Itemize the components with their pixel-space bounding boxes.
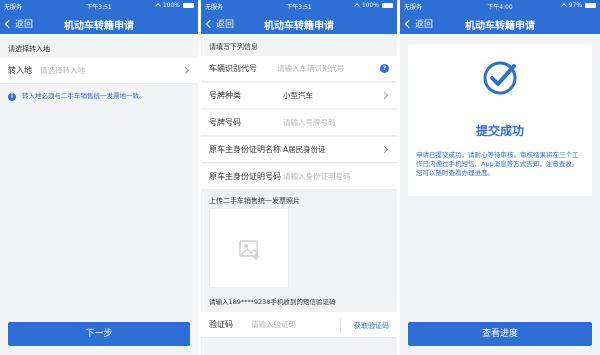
- battery-icon: [382, 3, 393, 8]
- vin-input[interactable]: 请输入车辆识别代号: [277, 63, 345, 74]
- info-text: 转入地必须与二手车销售统一发票地一致。: [22, 92, 146, 100]
- owner-id-number-label: 原车主身份证明号码: [209, 172, 281, 181]
- location-icon: [560, 2, 567, 9]
- destination-label: 转入地: [8, 66, 32, 75]
- divider: [340, 318, 341, 332]
- battery-fill: [184, 4, 193, 7]
- upload-label: 上传二手车销售统一发票照片: [209, 197, 300, 205]
- status-bar: 无服务 下午3:51 100%: [0, 0, 198, 12]
- page-title: 机动车转籍申请: [465, 21, 535, 32]
- page-title: 机动车转籍申请: [264, 21, 334, 32]
- success-check-icon: [483, 61, 517, 95]
- next-button[interactable]: 下一步: [8, 322, 190, 346]
- battery-percent: 100%: [162, 2, 180, 9]
- owner-id-type-label: 原车主身份证明名称: [209, 145, 281, 154]
- destination-select[interactable]: 转入地 请选择转入地: [0, 58, 198, 84]
- plate-type-label: 号牌种类: [209, 91, 241, 100]
- vin-label: 车辆识别代号: [209, 64, 257, 73]
- nav-bar: 返回 机动车转籍申请: [400, 12, 600, 34]
- battery-icon: [183, 3, 194, 8]
- plate-type-value: 小型汽车: [283, 91, 313, 100]
- chevron-right-icon: [380, 145, 389, 154]
- screen-submit-success: 无服务 下午4:00 97% 返回 机动车转籍申请 提交成功 申请已提交成功，请…: [400, 0, 600, 355]
- owner-id-number-input[interactable]: 请输入身份证明号码: [283, 171, 351, 182]
- plate-number-input[interactable]: 请输入号牌号码: [283, 117, 336, 128]
- screen-select-destination: 无服务 下午3:51 100% 返回 机动车转籍申请 请选择转入地 转入地 请选…: [0, 0, 198, 355]
- page-title: 机动车转籍申请: [64, 21, 134, 32]
- vin-field[interactable]: 车辆识别代号 请输入车辆识别代号 ?: [201, 56, 397, 82]
- plate-number-field[interactable]: 号牌号码 请输入号牌号码: [201, 110, 397, 136]
- screen-fill-info: 无服务 下午3:51 100% 返回 机动车转籍申请 请填写下列信息 车辆识别代…: [201, 0, 397, 355]
- verify-code-field[interactable]: 验证码 请输入验证码 获取验证码: [201, 312, 397, 338]
- verify-code-label: 验证码: [209, 320, 233, 329]
- result-description: 申请已提交成功，请耐心等待审核。审核结果将在三个工作日内通过手机短信、App消息…: [416, 151, 579, 177]
- result-card: 提交成功 申请已提交成功，请耐心等待审核。审核结果将在三个工作日内通过手机短信、…: [408, 44, 592, 196]
- owner-id-number-field[interactable]: 原车主身份证明号码 请输入身份证明号码: [201, 164, 397, 190]
- chevron-right-icon: [181, 66, 190, 75]
- location-icon: [354, 2, 360, 9]
- sms-hint: 请输入189****9238手机收到的短信验证码: [209, 298, 336, 306]
- section-label: 请选择转入地: [8, 45, 50, 53]
- battery-fill: [586, 4, 595, 7]
- photo-upload[interactable]: [209, 208, 289, 288]
- battery-percent: 100%: [361, 2, 379, 9]
- add-image-icon: [239, 240, 259, 260]
- status-bar: 无服务 下午3:51 100%: [201, 0, 397, 12]
- get-code-button[interactable]: 获取验证码: [354, 321, 389, 331]
- owner-id-type-value: A居民身份证: [283, 145, 326, 154]
- destination-placeholder: 请选择转入地: [40, 66, 85, 75]
- plate-type-select[interactable]: 号牌种类 小型汽车: [201, 83, 397, 109]
- result-title: 提交成功: [475, 124, 524, 138]
- plate-number-label: 号牌号码: [209, 118, 241, 127]
- chevron-right-icon: [380, 91, 389, 100]
- nav-bar: 返回 机动车转籍申请: [0, 12, 198, 34]
- section-label: 请填写下列信息: [209, 43, 258, 51]
- info-icon: i: [8, 93, 16, 101]
- battery-fill: [383, 4, 392, 7]
- owner-id-type-select[interactable]: 原车主身份证明名称 A居民身份证: [201, 137, 397, 163]
- nav-bar: 返回 机动车转籍申请: [201, 12, 397, 34]
- verify-code-input[interactable]: 请输入验证码: [251, 319, 296, 330]
- battery-percent: 97%: [568, 2, 582, 9]
- help-icon[interactable]: ?: [380, 64, 389, 73]
- location-icon: [155, 2, 161, 9]
- info-notice: i 转入地必须与二手车销售统一发票地一致。: [8, 92, 192, 101]
- view-progress-button[interactable]: 查看进度: [408, 322, 592, 346]
- status-bar: 无服务 下午4:00 97%: [400, 0, 600, 12]
- battery-icon: [585, 3, 596, 8]
